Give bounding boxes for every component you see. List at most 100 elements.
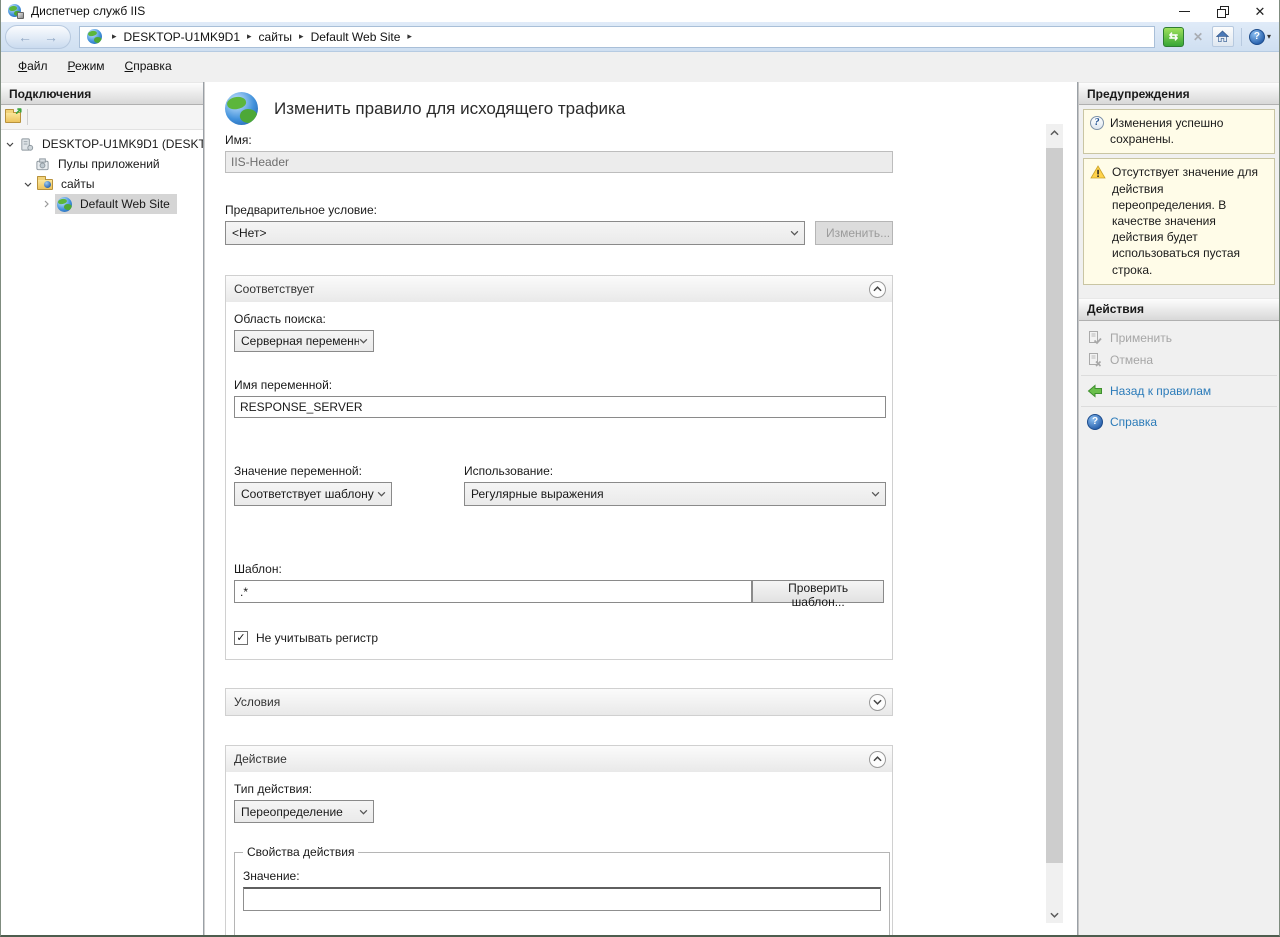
conditions-section: Условия [225, 688, 893, 716]
tree-item-sites[interactable]: сайты [1, 174, 203, 194]
ignore-case-checkbox[interactable]: ✓ [234, 631, 248, 645]
collapse-section-button[interactable] [869, 281, 886, 298]
scroll-down-button[interactable] [1046, 906, 1063, 923]
ignore-case-row: ✓ Не учитывать регистр [234, 631, 884, 645]
help-icon: ? [1087, 414, 1103, 430]
server-icon [19, 137, 34, 152]
warning-alert-text: Отсутствует значение для действия переоп… [1112, 164, 1268, 277]
action-value-input[interactable] [243, 887, 881, 911]
window-controls: ✕ [1165, 0, 1279, 22]
expand-section-button[interactable] [869, 694, 886, 711]
scroll-up-button[interactable] [1046, 124, 1063, 141]
menu-help[interactable]: Справка [116, 55, 181, 77]
action-properties-legend: Свойства действия [243, 845, 358, 859]
tree-item-label: сайты [58, 175, 98, 193]
ignore-case-label: Не учитывать регистр [256, 631, 378, 645]
section-title: Действие [234, 752, 287, 766]
chevron-down-icon [790, 230, 799, 236]
edit-precondition-button[interactable]: Изменить... [815, 221, 893, 245]
match-section: Соответствует Область поиска: Серверная … [225, 275, 893, 660]
variable-name-label: Имя переменной: [234, 378, 884, 392]
variable-value-select[interactable]: Соответствует шаблону [234, 482, 392, 506]
info-alert-text: Изменения успешно сохранены. [1110, 115, 1268, 147]
help-label: Справка [1110, 415, 1157, 429]
cancel-label: Отмена [1110, 353, 1153, 367]
refresh-button[interactable]: ⇆ [1163, 27, 1184, 47]
site-globe-icon [57, 197, 72, 212]
edit-outbound-rule-form: Изменить правило для исходящего трафика … [225, 92, 893, 935]
page-title: Изменить правило для исходящего трафика [274, 99, 625, 119]
create-connection-icon[interactable]: ➜ [5, 112, 21, 123]
back-to-rules-label: Назад к правилам [1110, 384, 1211, 398]
alerts-header: Предупреждения [1079, 82, 1279, 105]
scope-select[interactable]: Серверная переменн [234, 330, 374, 352]
breadcrumb-item-default-web-site[interactable]: Default Web Site [311, 30, 401, 44]
breadcrumb-item-sites[interactable]: сайты [259, 30, 293, 44]
tree-item-label: Default Web Site [77, 195, 173, 213]
action-properties-group: Свойства действия Значение: ✓ Заменить д… [234, 845, 890, 935]
variable-name-input[interactable] [234, 396, 886, 418]
menu-mode[interactable]: Режим [59, 55, 114, 77]
restore-icon [1217, 6, 1228, 16]
tree-item-label: DESKTOP-U1MK9D1 (DESKTOI [39, 135, 203, 153]
pattern-input[interactable] [234, 580, 752, 603]
application-pools-icon [35, 157, 50, 172]
help-link[interactable]: ? Справка [1079, 411, 1279, 433]
menu-bar: Файл Режим Справка [1, 52, 1279, 80]
menu-file[interactable]: Файл [9, 55, 57, 77]
cancel-icon [1087, 352, 1103, 368]
window-body: Подключения ➜ DESKTOP-U1MK9D1 (DESKTOI П… [1, 80, 1279, 935]
breadcrumb[interactable]: ▸ DESKTOP-U1MK9D1 ▸ сайты ▸ Default Web … [79, 26, 1155, 48]
sites-folder-icon [37, 179, 53, 190]
test-pattern-button[interactable]: Проверить шаблон... [752, 580, 884, 603]
breadcrumb-arrow-icon: ▸ [247, 31, 252, 42]
using-select[interactable]: Регулярные выражения [464, 482, 886, 506]
scrollbar-thumb[interactable] [1046, 148, 1063, 863]
tree-item-server[interactable]: DESKTOP-U1MK9D1 (DESKTOI [1, 134, 203, 154]
close-button[interactable]: ✕ [1241, 0, 1279, 22]
app-icon [8, 3, 24, 19]
match-section-header[interactable]: Соответствует [226, 276, 892, 302]
breadcrumb-item-server[interactable]: DESKTOP-U1MK9D1 [124, 30, 240, 44]
chevron-down-icon [873, 699, 882, 705]
chevron-up-icon [873, 756, 882, 762]
collapse-icon[interactable] [5, 142, 15, 147]
tree-item-default-web-site[interactable]: Default Web Site [1, 194, 203, 214]
back-arrow-icon [1087, 383, 1103, 399]
help-icon: ? [1249, 29, 1265, 45]
variable-value-value: Соответствует шаблону [241, 487, 374, 501]
globe-icon [87, 29, 102, 44]
collapse-icon[interactable] [23, 182, 33, 187]
right-panel: Предупреждения ? Изменения успешно сохра… [1078, 82, 1279, 935]
address-bar-tools: ⇆ ✕ ? ▾ [1163, 26, 1271, 47]
info-icon: ? [1090, 116, 1104, 130]
tree-item-app-pools[interactable]: Пулы приложений [1, 154, 203, 174]
section-title: Соответствует [234, 282, 314, 296]
home-button[interactable] [1212, 26, 1234, 47]
chevron-down-icon [359, 809, 368, 815]
minimize-icon [1179, 11, 1190, 12]
help-button[interactable]: ? ▾ [1249, 29, 1271, 45]
action-type-select[interactable]: Переопределение [234, 800, 374, 823]
restore-button[interactable] [1203, 0, 1241, 22]
minimize-button[interactable] [1165, 0, 1203, 22]
connections-toolbar: ➜ [1, 105, 203, 130]
chevron-down-icon [1050, 912, 1059, 918]
chevron-down-icon [871, 491, 880, 497]
tree-item-label: Пулы приложений [55, 155, 163, 173]
apply-icon [1087, 330, 1103, 346]
warning-icon [1090, 165, 1106, 277]
expand-icon[interactable] [41, 200, 51, 208]
precondition-label: Предварительное условие: [225, 203, 893, 217]
conditions-section-header[interactable]: Условия [226, 689, 892, 715]
vertical-scrollbar[interactable] [1046, 124, 1063, 923]
precondition-select[interactable]: <Нет> [225, 221, 805, 245]
back-to-rules-link[interactable]: Назад к правилам [1079, 380, 1279, 402]
collapse-section-button[interactable] [869, 751, 886, 768]
stop-button[interactable]: ✕ [1188, 27, 1208, 47]
forward-button[interactable]: → [44, 30, 58, 44]
toolbar-separator [27, 109, 28, 125]
back-button[interactable]: ← [18, 30, 32, 44]
name-input [225, 151, 893, 173]
action-section-header[interactable]: Действие [226, 746, 892, 772]
